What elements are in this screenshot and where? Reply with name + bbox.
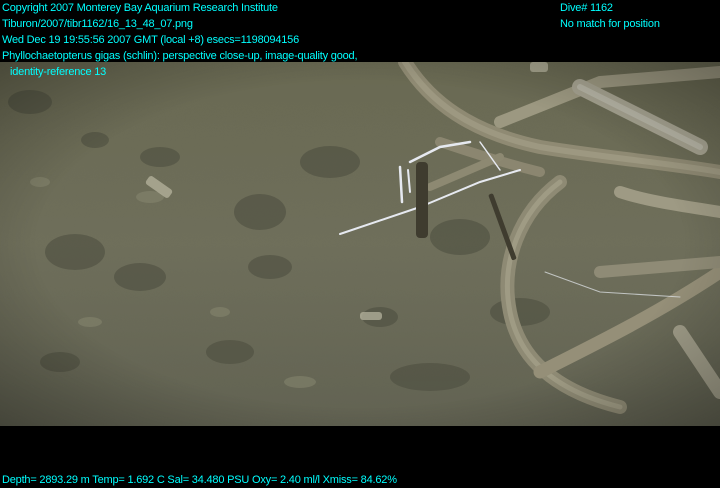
annotation-text-continued: identity-reference 13: [10, 66, 107, 78]
position-status: No match for position: [560, 18, 660, 30]
timestamp-text: Wed Dec 19 19:55:56 2007 GMT (local +8) …: [2, 34, 300, 46]
dive-number: Dive# 1162: [560, 2, 613, 14]
dive-info: Dive# 1162 No match for position: [560, 0, 660, 32]
file-path-text: Tiburon/2007/tibr1162/16_13_48_07.png: [2, 18, 193, 30]
header-info: Copyright 2007 Monterey Bay Aquarium Res…: [2, 0, 358, 80]
seafloor-image: [0, 62, 720, 426]
annotation-text: Phyllochaetopterus gigas (schlin): persp…: [2, 50, 358, 62]
copyright-text: Copyright 2007 Monterey Bay Aquarium Res…: [2, 2, 278, 14]
video-frame: Copyright 2007 Monterey Bay Aquarium Res…: [0, 0, 720, 486]
